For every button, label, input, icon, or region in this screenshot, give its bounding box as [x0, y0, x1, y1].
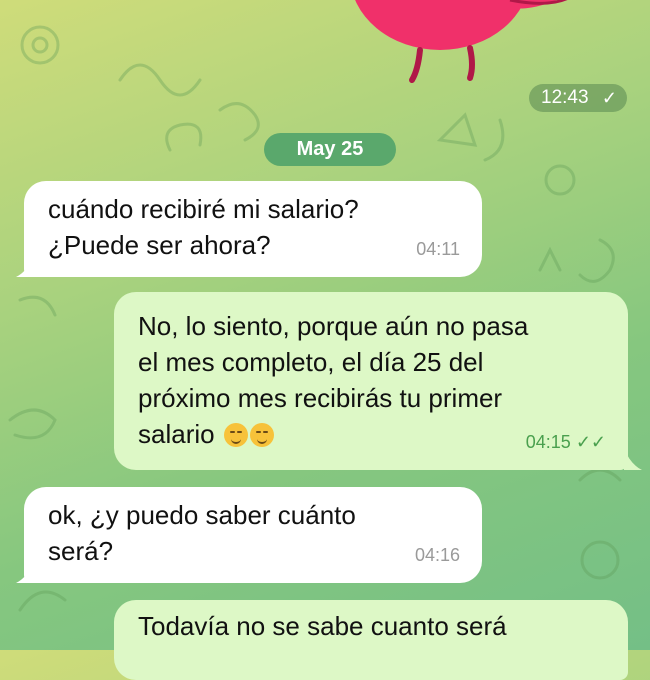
message-text: ok, ¿y puedo saber cuánto será?: [48, 500, 356, 566]
message-text: Todavía no se sabe cuanto será: [138, 611, 507, 641]
message-bubble-outgoing[interactable]: Todavía no se sabe cuanto será: [114, 600, 628, 680]
message-time: 04:11: [416, 239, 460, 259]
winking-face-emoji: [249, 423, 274, 447]
date-separator: May 25: [264, 133, 396, 166]
message-bubble-outgoing[interactable]: No, lo siento, porque aún no pasa el mes…: [114, 292, 628, 470]
bubble-tail: [16, 561, 34, 583]
message-bubble-incoming[interactable]: ok, ¿y puedo saber cuánto será? 04:16: [24, 487, 482, 583]
double-check-icon: ✓✓: [575, 432, 606, 452]
bubble-tail: [16, 255, 34, 277]
message-time: 04:16: [414, 545, 460, 565]
message-time: 04:15: [525, 432, 571, 452]
message-bubble-incoming[interactable]: cuándo recibiré mi salario? ¿Puede ser a…: [24, 181, 482, 277]
sticker-timestamp: 12:43 ✓: [529, 84, 627, 112]
sticker-time: 12:43: [541, 87, 589, 108]
bubble-tail: [624, 448, 642, 470]
bird-sticker[interactable]: [330, 0, 610, 90]
single-check-icon: ✓: [601, 88, 617, 108]
relieved-face-emoji: [223, 423, 248, 447]
message-meta: 04:15 ✓✓: [526, 424, 606, 460]
message-text: cuándo recibiré mi salario? ¿Puede ser a…: [48, 194, 359, 260]
